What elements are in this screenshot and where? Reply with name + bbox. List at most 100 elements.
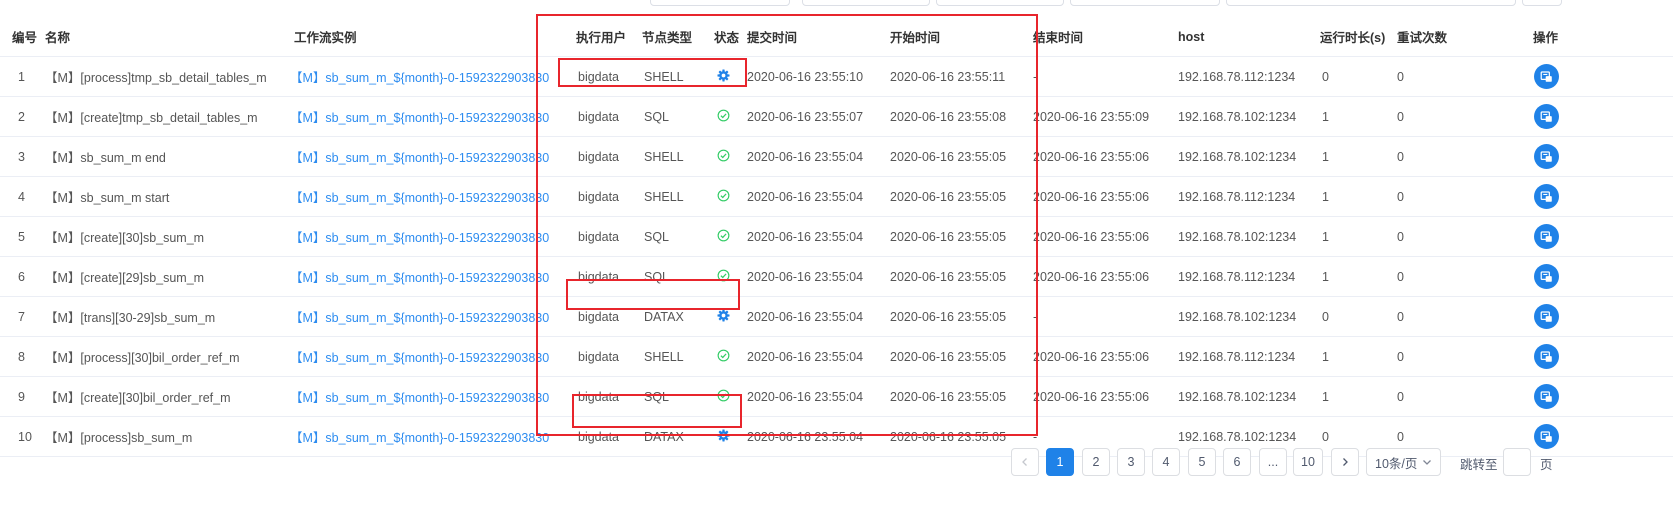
cell-submit-time: 2020-06-16 23:55:04 bbox=[747, 256, 890, 297]
search-button[interactable] bbox=[1522, 0, 1562, 6]
instance-link[interactable]: 【M】sb_sum_m_${month}-0-1592322903830 bbox=[290, 351, 549, 365]
view-log-button[interactable] bbox=[1534, 264, 1559, 289]
page-size-select[interactable]: 10条/页 bbox=[1366, 448, 1441, 476]
cell-submit-time: 2020-06-16 23:55:04 bbox=[747, 296, 890, 337]
cell-state bbox=[714, 136, 747, 177]
view-log-button[interactable] bbox=[1534, 224, 1559, 249]
cell-retry: 0 bbox=[1397, 216, 1530, 257]
col-header-submit-time: 提交时间 bbox=[747, 17, 890, 57]
view-log-icon bbox=[1540, 350, 1553, 363]
instance-link[interactable]: 【M】sb_sum_m_${month}-0-1592322903830 bbox=[290, 391, 549, 405]
instance-link[interactable]: 【M】sb_sum_m_${month}-0-1592322903830 bbox=[290, 431, 549, 445]
cell-end-time: 2020-06-16 23:55:06 bbox=[1033, 376, 1178, 417]
view-log-icon bbox=[1540, 430, 1553, 443]
prev-page-button[interactable] bbox=[1011, 448, 1039, 476]
cell-start-time: 2020-06-16 23:55:05 bbox=[890, 176, 1033, 217]
instance-link[interactable]: 【M】sb_sum_m_${month}-0-1592322903830 bbox=[290, 271, 549, 285]
pagination: 1 2 3 4 5 6 ... 10 10条/页 跳转至 页 bbox=[0, 448, 1673, 480]
cell-end-time: 2020-06-16 23:55:06 bbox=[1033, 336, 1178, 377]
cell-retry: 0 bbox=[1397, 256, 1530, 297]
view-log-icon bbox=[1540, 390, 1553, 403]
check-circle-icon bbox=[716, 268, 730, 282]
col-header-state: 状态 bbox=[714, 17, 747, 57]
view-log-button[interactable] bbox=[1534, 184, 1559, 209]
cell-retry: 0 bbox=[1397, 136, 1530, 177]
cell-duration: 1 bbox=[1320, 216, 1397, 257]
instance-link[interactable]: 【M】sb_sum_m_${month}-0-1592322903830 bbox=[290, 111, 549, 125]
cell-end-time: 2020-06-16 23:55:06 bbox=[1033, 256, 1178, 297]
view-log-button[interactable] bbox=[1534, 384, 1559, 409]
cell-user: bigdata bbox=[572, 136, 638, 177]
table-row: 9 【M】[create][30]bil_order_ref_m 【M】sb_sum… bbox=[0, 376, 1673, 417]
cell-instance: 【M】sb_sum_m_${month}-0-1592322903830 bbox=[290, 56, 572, 97]
instance-link[interactable]: 【M】sb_sum_m_${month}-0-1592322903830 bbox=[290, 191, 549, 205]
cell-name: 【M】[create][30]sb_sum_m bbox=[45, 216, 290, 257]
gear-icon bbox=[716, 68, 730, 82]
page-button[interactable]: 10 bbox=[1293, 448, 1323, 476]
col-header-idx: 编号 bbox=[0, 17, 45, 57]
cell-node-type: SHELL bbox=[638, 336, 714, 377]
filter-input[interactable] bbox=[1070, 0, 1220, 6]
cell-node-type: SHELL bbox=[638, 136, 714, 177]
cell-idx: 1 bbox=[0, 56, 45, 97]
view-log-button[interactable] bbox=[1534, 144, 1559, 169]
filter-input[interactable] bbox=[936, 0, 1064, 6]
page-ellipsis[interactable]: ... bbox=[1259, 448, 1287, 476]
cell-end-time: 2020-06-16 23:55:06 bbox=[1033, 216, 1178, 257]
table-row: 7 【M】[trans][30-29]sb_sum_m 【M】sb_sum_m_${… bbox=[0, 296, 1673, 337]
cell-duration: 1 bbox=[1320, 136, 1397, 177]
page-button[interactable]: 6 bbox=[1223, 448, 1251, 476]
table-row: 8 【M】[process][30]bil_order_ref_m 【M】sb_su… bbox=[0, 336, 1673, 377]
cell-submit-time: 2020-06-16 23:55:04 bbox=[747, 136, 890, 177]
cell-name: 【M】[create][30]bil_order_ref_m bbox=[45, 376, 290, 417]
instance-link[interactable]: 【M】sb_sum_m_${month}-0-1592322903830 bbox=[290, 71, 549, 85]
cell-node-type: SHELL bbox=[638, 176, 714, 217]
cell-idx: 2 bbox=[0, 96, 45, 137]
cell-user: bigdata bbox=[572, 256, 638, 297]
instance-link[interactable]: 【M】sb_sum_m_${month}-0-1592322903830 bbox=[290, 311, 549, 325]
cell-duration: 1 bbox=[1320, 256, 1397, 297]
cell-node-type: SQL bbox=[638, 376, 714, 417]
col-header-node-type: 节点类型 bbox=[638, 17, 714, 57]
next-page-button[interactable] bbox=[1331, 448, 1359, 476]
date-range-input[interactable] bbox=[1226, 0, 1516, 6]
table-header: 编号 名称 工作流实例 执行用户 节点类型 状态 提交时间 开始时间 结束时间 … bbox=[0, 17, 1673, 57]
instance-link[interactable]: 【M】sb_sum_m_${month}-0-1592322903830 bbox=[290, 151, 549, 165]
cell-user: bigdata bbox=[572, 216, 638, 257]
view-log-icon bbox=[1540, 150, 1553, 163]
cell-host: 192.168.78.102:1234 bbox=[1178, 376, 1320, 417]
page-button[interactable]: 1 bbox=[1046, 448, 1074, 476]
cell-idx: 4 bbox=[0, 176, 45, 217]
cell-action bbox=[1530, 376, 1673, 417]
cell-action bbox=[1530, 216, 1673, 257]
cell-end-time: - bbox=[1033, 296, 1178, 337]
cell-host: 192.168.78.112:1234 bbox=[1178, 336, 1320, 377]
filter-input[interactable] bbox=[650, 0, 790, 6]
cell-node-type: SQL bbox=[638, 256, 714, 297]
cell-name: 【M】[trans][30-29]sb_sum_m bbox=[45, 296, 290, 337]
cell-node-type: SQL bbox=[638, 216, 714, 257]
cell-retry: 0 bbox=[1397, 376, 1530, 417]
page-button[interactable]: 4 bbox=[1152, 448, 1180, 476]
view-log-button[interactable] bbox=[1534, 304, 1559, 329]
cell-host: 192.168.78.102:1234 bbox=[1178, 96, 1320, 137]
page-button[interactable]: 3 bbox=[1117, 448, 1145, 476]
cell-end-time: 2020-06-16 23:55:06 bbox=[1033, 136, 1178, 177]
view-log-button[interactable] bbox=[1534, 64, 1559, 89]
gear-icon bbox=[716, 308, 730, 322]
view-log-button[interactable] bbox=[1534, 344, 1559, 369]
cell-idx: 6 bbox=[0, 256, 45, 297]
view-log-button[interactable] bbox=[1534, 104, 1559, 129]
cell-host: 192.168.78.112:1234 bbox=[1178, 176, 1320, 217]
filter-input[interactable] bbox=[802, 0, 930, 6]
cell-duration: 0 bbox=[1320, 296, 1397, 337]
cell-action bbox=[1530, 296, 1673, 337]
cell-name: 【M】[process][30]bil_order_ref_m bbox=[45, 336, 290, 377]
check-circle-icon bbox=[716, 148, 730, 162]
jump-page-input[interactable] bbox=[1503, 448, 1531, 476]
instance-link[interactable]: 【M】sb_sum_m_${month}-0-1592322903830 bbox=[290, 231, 549, 245]
cell-start-time: 2020-06-16 23:55:05 bbox=[890, 216, 1033, 257]
page-button[interactable]: 5 bbox=[1188, 448, 1216, 476]
view-log-button[interactable] bbox=[1534, 424, 1559, 449]
page-button[interactable]: 2 bbox=[1082, 448, 1110, 476]
